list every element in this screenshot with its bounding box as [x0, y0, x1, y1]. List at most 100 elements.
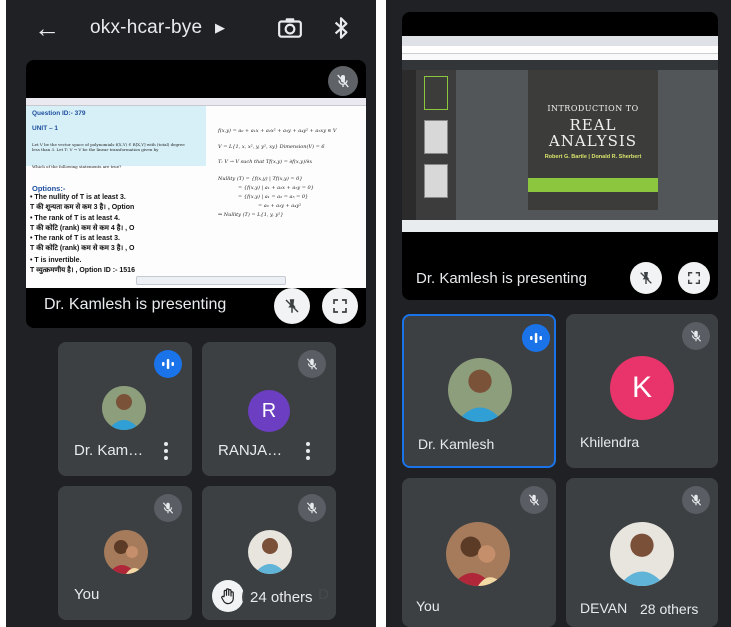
book-cover: INTRODUCTION TO REAL ANALYSIS Robert G. … [528, 70, 658, 210]
participant-name: Dr. Kamlesh [418, 436, 495, 452]
participant-name: You [416, 598, 440, 614]
participant-tile-you[interactable]: You [402, 478, 556, 627]
hand-icon [221, 588, 234, 605]
slide-toolbar [26, 98, 366, 106]
unit-label: UNIT – 1 [32, 125, 59, 132]
mic-off-icon [690, 330, 702, 342]
switch-camera-icon[interactable] [277, 15, 303, 41]
book-authors: Robert G. Bartle | Donald R. Sherbert [544, 154, 642, 160]
mic-off-badge [520, 486, 548, 514]
browser-url-bar [402, 46, 718, 54]
pdf-side-tools [402, 70, 416, 220]
avatar [102, 386, 146, 430]
audio-bars-icon [162, 359, 174, 369]
presentation-tile[interactable]: Question ID:- 379 UNIT – 1 Let V be the … [26, 60, 366, 328]
left-phone-screen: ← okx-hcar-bye ▶ Question ID:- 379 UNIT … [6, 0, 376, 627]
math-line-3: T: V → V such that Tf(x,y) = ∂f(x,y)/∂x [218, 159, 313, 165]
meeting-code-title[interactable]: okx-hcar-bye [90, 17, 202, 39]
speaking-indicator [154, 350, 182, 378]
avatar [104, 530, 148, 574]
math-line-1: f(x,y) = a₀ + a₁x + a₂x² + a₃y + a₄y² + … [218, 128, 337, 134]
more-options-icon[interactable] [164, 442, 168, 463]
math-line-4: Nullity (T) = {f(x,y) | Tf(x,y) = 0} [218, 176, 303, 182]
participant-name: Khilendra [580, 434, 640, 450]
presentation-tile[interactable]: INTRODUCTION TO REAL ANALYSIS Robert G. … [402, 12, 718, 300]
participant-name: Dr. Kam… [74, 442, 144, 459]
option-1-hi: T की शून्यता कम से कम 3 है। , Option [30, 204, 135, 211]
mic-off-badge [298, 494, 326, 522]
caret-right-icon[interactable]: ▶ [215, 20, 225, 36]
participant-tile-khilendra[interactable]: K Khilendra [566, 314, 718, 468]
participant-name: You [74, 586, 100, 603]
pin-off-icon [285, 299, 299, 313]
options-heading: Options:- [32, 184, 66, 193]
presenting-label: Dr. Kamlesh is presenting [416, 270, 587, 287]
math-line-6: = {f(x,y) | a₁ = a₂ = a₅ = 0} [238, 194, 309, 200]
book-cover-band [528, 178, 658, 192]
shared-slide: Question ID:- 379 UNIT – 1 Let V be the … [26, 98, 366, 288]
question-text: Let V be the vector space of polynomials… [32, 142, 185, 152]
option-2-hi: T की कोटि (rank) कम से कम 4 है। , O [30, 225, 135, 232]
raise-hand-button[interactable] [212, 580, 244, 612]
fullscreen-button[interactable] [322, 288, 358, 324]
audio-bars-icon [530, 333, 542, 343]
participant-name: RANJA… [218, 442, 283, 459]
others-count-pill[interactable]: 24 others [242, 580, 332, 614]
book-title-line-3: ANALYSIS [548, 132, 638, 150]
fullscreen-icon [688, 272, 700, 284]
option-4-en: • T is invertible. [30, 257, 82, 264]
mic-off-icon [690, 494, 702, 506]
option-4-hi: T व्युत्क्रमणीय है। , Option ID :- 1516 [30, 267, 135, 274]
avatar [248, 530, 292, 574]
mic-off-icon [306, 502, 318, 514]
bluetooth-icon[interactable] [332, 15, 350, 41]
pin-off-icon [640, 272, 652, 284]
speaking-indicator [522, 324, 550, 352]
participant-tile-you[interactable]: You [58, 486, 192, 620]
avatar: K [610, 356, 674, 420]
question-which: Which of the following statements are tr… [32, 164, 122, 169]
annotation-toolbar [136, 276, 286, 285]
math-line-2: V = L{1, x, x², y, y², xy} Dimension(V) … [218, 144, 325, 150]
option-3-hi: T की कोटि (rank) कम से कम 3 है। , O [30, 245, 135, 252]
shared-screen: INTRODUCTION TO REAL ANALYSIS Robert G. … [402, 36, 718, 232]
right-phone-screen: INTRODUCTION TO REAL ANALYSIS Robert G. … [386, 0, 731, 627]
fullscreen-button[interactable] [678, 262, 710, 294]
more-options-icon[interactable] [306, 442, 310, 463]
mic-off-badge [682, 322, 710, 350]
mic-off-badge [154, 494, 182, 522]
mic-off-icon [162, 502, 174, 514]
option-2-en: • The rank of T is at least 4. [30, 215, 120, 222]
top-bar: ← okx-hcar-bye ▶ [6, 0, 376, 56]
unpin-button[interactable] [274, 288, 310, 324]
back-arrow-icon[interactable]: ← [34, 14, 60, 42]
participant-tile-ranja[interactable]: R RANJA… [202, 342, 336, 476]
question-id: Question ID:- 379 [32, 110, 86, 117]
mic-off-badge [298, 350, 326, 378]
math-line-8: ⇒ Nullity (T) = L{1, y, y²} [218, 212, 284, 218]
avatar [610, 522, 674, 586]
avatar [446, 522, 510, 586]
presenter-mic-off-button[interactable] [328, 66, 358, 96]
others-count: 28 others [640, 601, 699, 617]
mic-off-badge [682, 486, 710, 514]
fullscreen-icon [333, 299, 347, 313]
mic-off-icon [528, 494, 540, 506]
windows-taskbar [402, 220, 718, 232]
option-1-en: • The nullity of T is at least 3. [30, 194, 126, 201]
math-line-7: = a₀ + a₃y + a₄y² [258, 203, 302, 209]
pdf-viewer: INTRODUCTION TO REAL ANALYSIS Robert G. … [456, 70, 718, 220]
participant-tile-dr-kamlesh[interactable]: Dr. Kamlesh [402, 314, 556, 468]
browser-tabs [402, 36, 718, 46]
book-title-line-1: INTRODUCTION TO [547, 104, 639, 113]
unpin-button[interactable] [630, 262, 662, 294]
participant-tile-dr-kamlesh[interactable]: Dr. Kam… [58, 342, 192, 476]
presenting-label: Dr. Kamlesh is presenting [44, 296, 227, 313]
option-3-en: • The rank of T is at least 3. [30, 235, 120, 242]
mic-off-icon [337, 74, 349, 88]
avatar [448, 358, 512, 422]
math-line-5: = {f(x,y) | a₁ + a₂x + a₅y = 0} [238, 185, 314, 191]
mic-off-icon [306, 358, 318, 370]
others-count-pill[interactable]: 28 others [630, 594, 714, 624]
participant-name: DEVAN [580, 600, 628, 616]
